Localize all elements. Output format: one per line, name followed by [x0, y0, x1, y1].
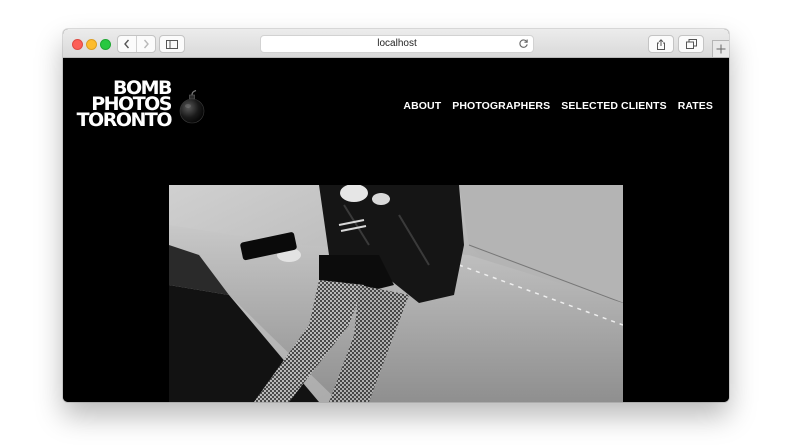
featured-photo[interactable] [169, 185, 623, 402]
new-tab-button[interactable] [712, 40, 729, 58]
history-buttons [117, 35, 156, 53]
minimize-window-button[interactable] [86, 39, 97, 50]
share-icon [657, 38, 665, 50]
sidebar-button[interactable] [159, 35, 185, 53]
forward-button[interactable] [136, 36, 155, 52]
reload-icon[interactable] [518, 38, 529, 49]
nav-link-photographers[interactable]: PHOTOGRAPHERS [452, 100, 550, 112]
show-tabs-button[interactable] [678, 35, 704, 53]
nav-link-about[interactable]: ABOUT [403, 100, 441, 112]
tabs-icon [685, 39, 697, 49]
site-logo[interactable]: BOMB PHOTOS TORONTO [75, 79, 173, 131]
logo-line-3: TORONTO [76, 109, 173, 131]
nav-link-rates[interactable]: RATES [678, 100, 713, 112]
close-window-button[interactable] [72, 39, 83, 50]
zoom-window-button[interactable] [100, 39, 111, 50]
page-content: BOMB PHOTOS TORONTO ABOUT PHOTOGRAPHERS … [63, 58, 729, 402]
photo-image [169, 185, 623, 402]
browser-toolbar: localhost [63, 29, 729, 58]
browser-window: localhost BOMB PHOTOS TORONTO ABOUT PHOT… [63, 29, 729, 402]
sidebar-icon [166, 39, 178, 49]
main-navigation: ABOUT PHOTOGRAPHERS SELECTED CLIENTS RAT… [403, 100, 713, 112]
back-icon [124, 39, 130, 49]
nav-link-selected-clients[interactable]: SELECTED CLIENTS [561, 100, 666, 112]
url-text: localhost [377, 38, 417, 49]
address-bar[interactable]: localhost [260, 35, 534, 53]
back-button[interactable] [118, 36, 136, 52]
share-button[interactable] [648, 35, 674, 53]
bomb-icon [179, 90, 205, 124]
forward-icon [143, 39, 149, 49]
new-tab-icon [716, 44, 726, 54]
